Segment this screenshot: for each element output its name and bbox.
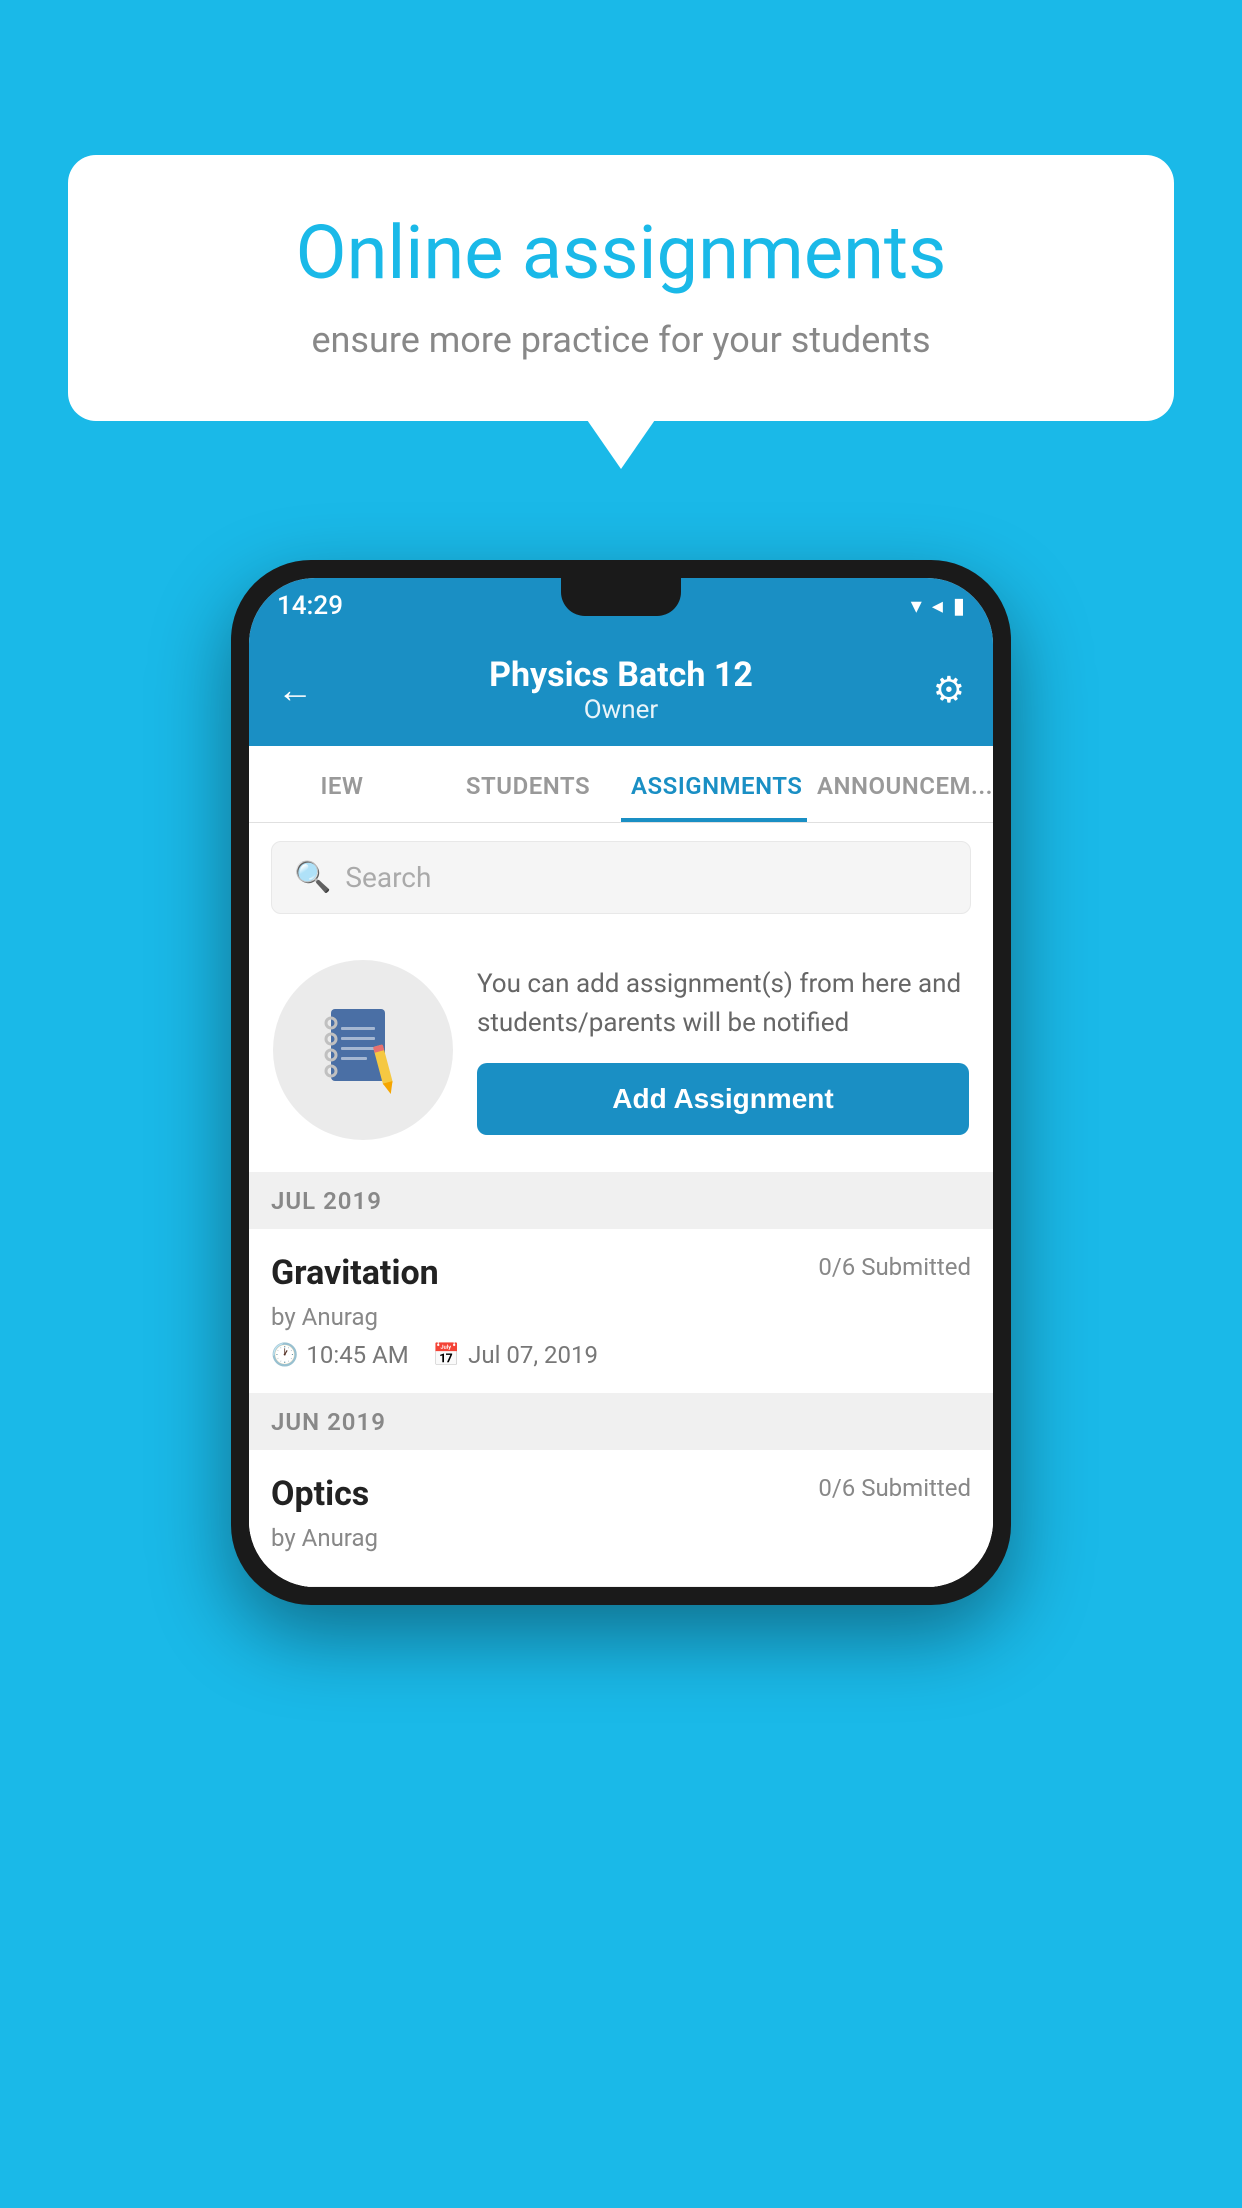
speech-bubble-subtitle: ensure more practice for your students [138, 319, 1104, 361]
optics-title: Optics [271, 1474, 369, 1514]
tab-students[interactable]: STUDENTS [435, 746, 621, 822]
app-bar-title: Physics Batch 12 [337, 655, 905, 695]
app-bar-title-group: Physics Batch 12 Owner [337, 655, 905, 725]
status-icons: ▾ ◂ ▮ [911, 594, 965, 619]
phone-frame: 14:29 ▾ ◂ ▮ ← Physics Batch 12 Owner ⚙ I… [231, 560, 1011, 1605]
month-divider-jul: JUL 2019 [249, 1173, 993, 1229]
tabs-bar: IEW STUDENTS ASSIGNMENTS ANNOUNCEM... [249, 746, 993, 823]
clock-icon: 🕐 [271, 1343, 298, 1368]
assignment-meta: 🕐 10:45 AM 📅 Jul 07, 2019 [271, 1341, 971, 1369]
assignment-submitted: 0/6 Submitted [818, 1253, 971, 1281]
status-time: 14:29 [277, 591, 343, 621]
speech-bubble-title: Online assignments [138, 210, 1104, 299]
optics-author: by Anurag [271, 1524, 971, 1552]
back-button[interactable]: ← [277, 669, 337, 711]
assignment-title: Gravitation [271, 1253, 439, 1293]
add-assignment-button[interactable]: Add Assignment [477, 1063, 969, 1135]
speech-bubble: Online assignments ensure more practice … [68, 155, 1174, 421]
notebook-icon [323, 1005, 403, 1095]
calendar-icon: 📅 [433, 1343, 460, 1368]
app-bar: ← Physics Batch 12 Owner ⚙ [249, 634, 993, 746]
wifi-icon: ▾ [911, 594, 922, 619]
search-placeholder: Search [345, 861, 431, 894]
battery-icon: ▮ [953, 594, 965, 619]
app-bar-subtitle: Owner [337, 695, 905, 725]
search-icon: 🔍 [294, 860, 331, 895]
tab-announcements[interactable]: ANNOUNCEM... [807, 746, 993, 822]
optics-submitted: 0/6 Submitted [818, 1474, 971, 1502]
promo-description: You can add assignment(s) from here and … [477, 965, 969, 1043]
phone-screen: 14:29 ▾ ◂ ▮ ← Physics Batch 12 Owner ⚙ I… [249, 578, 993, 1587]
settings-button[interactable]: ⚙ [905, 669, 965, 711]
screen-content: 🔍 Search [249, 823, 993, 1587]
assignment-time: 🕐 10:45 AM [271, 1341, 409, 1369]
promo-section: You can add assignment(s) from here and … [249, 932, 993, 1173]
search-input[interactable]: 🔍 Search [271, 841, 971, 914]
status-bar: 14:29 ▾ ◂ ▮ [249, 578, 993, 634]
tab-assignments[interactable]: ASSIGNMENTS [621, 746, 807, 822]
assignment-date: 📅 Jul 07, 2019 [433, 1341, 598, 1369]
phone-wrapper: 14:29 ▾ ◂ ▮ ← Physics Batch 12 Owner ⚙ I… [231, 560, 1011, 1605]
tab-iew[interactable]: IEW [249, 746, 435, 822]
notch [561, 578, 681, 616]
promo-icon-circle [273, 960, 453, 1140]
month-divider-jun: JUN 2019 [249, 1394, 993, 1450]
search-container: 🔍 Search [249, 823, 993, 932]
assignment-author: by Anurag [271, 1303, 971, 1331]
assignment-header-optics: Optics 0/6 Submitted [271, 1474, 971, 1514]
assignment-item-gravitation[interactable]: Gravitation 0/6 Submitted by Anurag 🕐 10… [249, 1229, 993, 1394]
speech-bubble-container: Online assignments ensure more practice … [68, 155, 1174, 421]
signal-icon: ◂ [932, 594, 943, 619]
assignment-header: Gravitation 0/6 Submitted [271, 1253, 971, 1293]
promo-text-group: You can add assignment(s) from here and … [477, 965, 969, 1135]
assignment-item-optics[interactable]: Optics 0/6 Submitted by Anurag [249, 1450, 993, 1587]
